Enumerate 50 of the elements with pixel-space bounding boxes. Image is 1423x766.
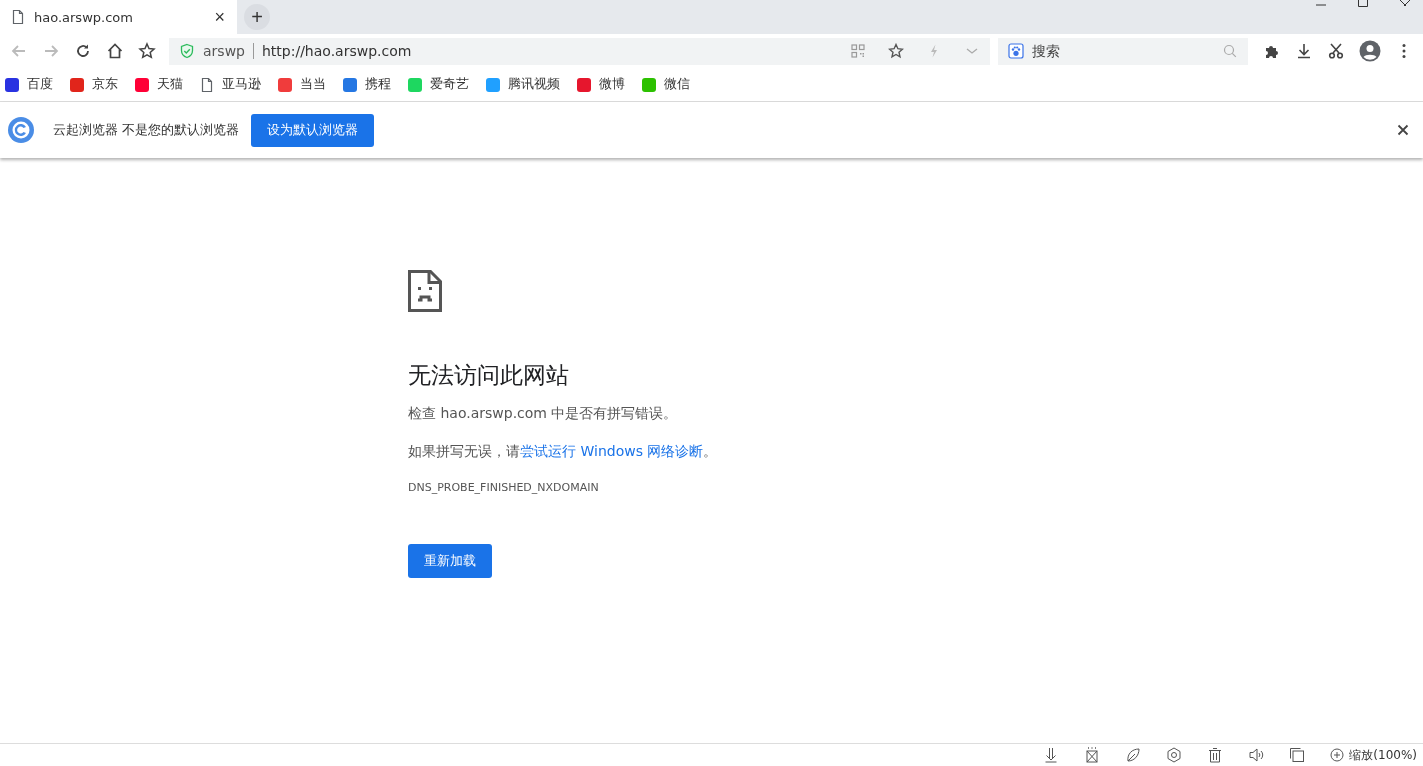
leaf-icon[interactable] [1125, 747, 1142, 763]
maximize-icon[interactable] [1357, 0, 1369, 8]
search-field[interactable]: 搜索 [998, 37, 1248, 65]
hexagon-icon[interactable] [1166, 747, 1183, 763]
shield-check-icon [179, 43, 195, 59]
bookmark-item[interactable]: 微博 [576, 76, 625, 93]
url-text: http://hao.arswp.com [261, 43, 412, 59]
bookmark-item[interactable]: 京东 [69, 76, 118, 93]
tab-title: hao.arswp.com [34, 9, 134, 25]
bookmark-item[interactable]: 当当 [277, 76, 326, 93]
account-icon[interactable] [1359, 40, 1381, 62]
browser-logo-icon [7, 116, 35, 144]
bookmark-item[interactable]: 微信 [641, 76, 690, 93]
scissors-icon[interactable] [1327, 42, 1345, 60]
paw-icon [1008, 43, 1024, 59]
diagnostics-link[interactable]: 尝试运行 Windows 网络诊断 [520, 443, 704, 459]
bookmark-item[interactable]: 天猫 [134, 76, 183, 93]
reload-button[interactable]: 重新加载 [408, 544, 492, 578]
copy-window-icon[interactable] [1289, 747, 1306, 763]
error-suggestion-text: 如果拼写无误，请尝试运行 Windows 网络诊断。 [408, 443, 718, 461]
set-default-button[interactable]: 设为默认浏览器 [251, 113, 375, 147]
zoom-control[interactable]: 缩放(100%) [1330, 746, 1417, 764]
page-icon [199, 76, 215, 93]
download-icon[interactable] [1043, 747, 1060, 763]
default-browser-message: 云起浏览器 不是您的默认浏览器 [53, 121, 240, 139]
star-icon[interactable] [888, 43, 904, 59]
boxed-x-icon[interactable] [1084, 747, 1101, 763]
trash-icon[interactable] [1207, 747, 1224, 763]
download-icon[interactable] [1295, 42, 1313, 60]
page-icon [10, 9, 26, 25]
reload-icon[interactable] [74, 42, 92, 60]
site-name: arswp [203, 43, 245, 59]
qr-code-icon[interactable] [850, 43, 866, 59]
new-tab-button[interactable]: + [244, 4, 270, 30]
sad-page-icon [408, 270, 442, 312]
address-bar[interactable]: arswp http://hao.arswp.com [169, 37, 990, 65]
zoom-in-icon [1330, 748, 1345, 762]
browser-tab[interactable]: hao.arswp.com × [0, 0, 237, 34]
error-check-text: 检查 hao.arswp.com 中是否有拼写错误。 [408, 405, 678, 423]
speaker-icon[interactable] [1248, 747, 1265, 763]
bookmark-item[interactable]: 百度 [4, 76, 53, 93]
bookmark-item[interactable]: 亚马逊 [199, 76, 261, 93]
star-icon[interactable] [138, 42, 156, 60]
home-icon[interactable] [106, 42, 124, 60]
error-code: DNS_PROBE_FINISHED_NXDOMAIN [408, 481, 599, 494]
error-title: 无法访问此网站 [408, 361, 569, 390]
bookmark-item[interactable]: 携程 [342, 76, 391, 93]
bookmark-item[interactable]: 爱奇艺 [407, 76, 469, 93]
close-tab-button[interactable]: × [212, 8, 227, 26]
bookmark-item[interactable]: 腾讯视频 [485, 76, 560, 93]
